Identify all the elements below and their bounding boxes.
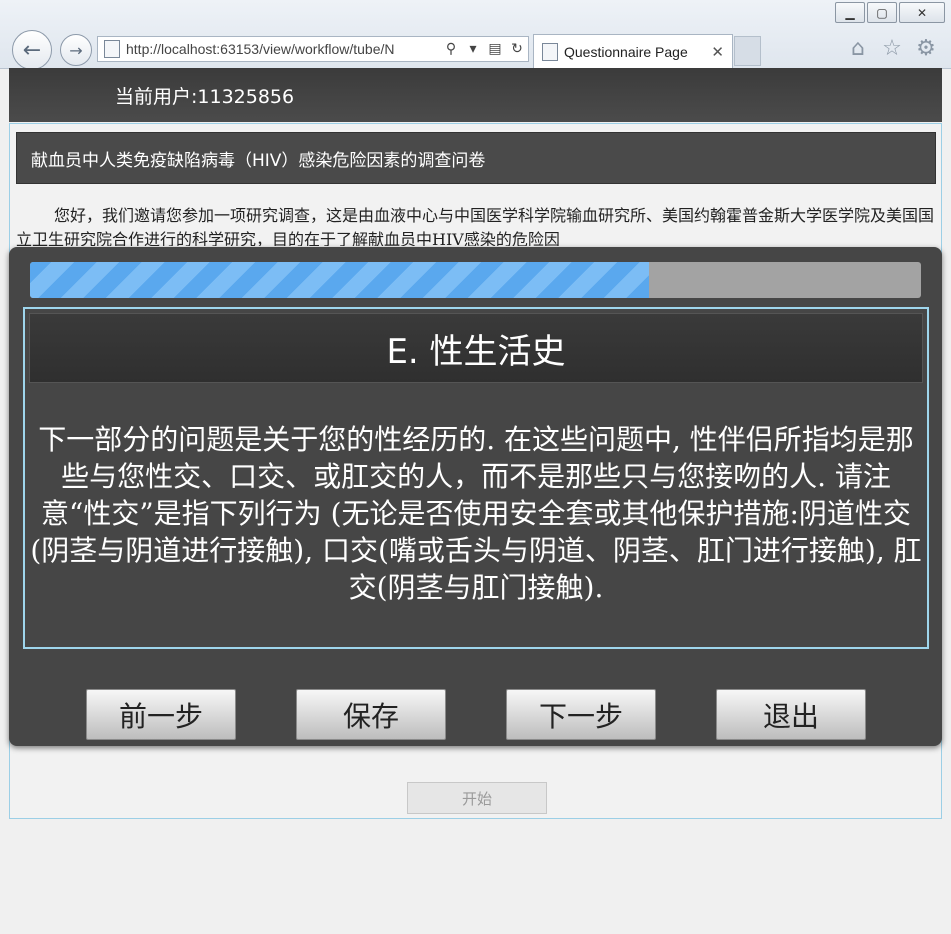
previous-step-button[interactable]: 前一步 xyxy=(86,689,236,740)
address-bar[interactable]: http://localhost:63153/view/workflow/tub… xyxy=(97,36,529,62)
start-button[interactable]: 开始 xyxy=(407,782,547,814)
toolbar-icons: ⌂ ☆ ⚙ xyxy=(845,36,939,61)
dropdown-icon[interactable]: ▾ xyxy=(462,41,484,57)
section-description: 下一部分的问题是关于您的性经历的. 在这些问题中, 性伴侣所指均是那些与您性交、… xyxy=(30,423,922,604)
home-icon[interactable]: ⌂ xyxy=(845,36,871,61)
window-controls: ▁ ▢ ✕ xyxy=(833,2,945,23)
tab-title: Questionnaire Page xyxy=(564,43,688,60)
current-user-label: 当前用户:11325856 xyxy=(115,85,295,108)
close-window-button[interactable]: ✕ xyxy=(899,2,945,23)
gear-icon[interactable]: ⚙ xyxy=(913,36,939,61)
star-icon[interactable]: ☆ xyxy=(879,36,905,61)
new-tab-button[interactable] xyxy=(734,36,761,66)
progress-fill xyxy=(30,262,650,298)
page-icon xyxy=(104,40,120,58)
survey-title: 献血员中人类免疫缺陷病毒（HIV）感染危险因素的调查问卷 xyxy=(16,132,936,184)
section-box: E. 性生活史 下一部分的问题是关于您的性经历的. 在这些问题中, 性伴侣所指均… xyxy=(23,307,929,649)
minimize-button[interactable]: ▁ xyxy=(835,2,865,23)
forward-button[interactable]: → xyxy=(60,34,92,66)
refresh-icon[interactable]: ↻ xyxy=(506,41,528,57)
url-text[interactable]: http://localhost:63153/view/workflow/tub… xyxy=(126,41,440,57)
user-bar: 当前用户:11325856 xyxy=(9,68,942,122)
section-dialog: E. 性生活史 下一部分的问题是关于您的性经历的. 在这些问题中, 性伴侣所指均… xyxy=(9,247,942,746)
save-button[interactable]: 保存 xyxy=(296,689,446,740)
tab-questionnaire[interactable]: Questionnaire Page ✕ xyxy=(533,34,733,68)
compat-view-icon[interactable]: ▤ xyxy=(484,41,506,57)
next-step-button[interactable]: 下一步 xyxy=(506,689,656,740)
section-title: E. 性生活史 xyxy=(29,313,923,383)
browser-chrome: ▁ ▢ ✕ ← → http://localhost:63153/view/wo… xyxy=(0,0,951,70)
back-button[interactable]: ← xyxy=(12,30,52,70)
close-tab-icon[interactable]: ✕ xyxy=(711,43,724,61)
page-icon xyxy=(542,42,558,61)
progress-bar xyxy=(30,262,921,298)
maximize-button[interactable]: ▢ xyxy=(867,2,897,23)
arrow-left-icon: ← xyxy=(22,37,42,63)
search-icon[interactable]: ⚲ xyxy=(440,41,462,57)
survey-intro: 您好，我们邀请您参加一项研究调查，这是由血液中心与中国医学科学院输血研究所、美国… xyxy=(16,206,935,246)
step-buttons: 前一步 保存 下一步 退出 xyxy=(86,689,866,740)
arrow-right-icon: → xyxy=(69,40,83,60)
exit-button[interactable]: 退出 xyxy=(716,689,866,740)
